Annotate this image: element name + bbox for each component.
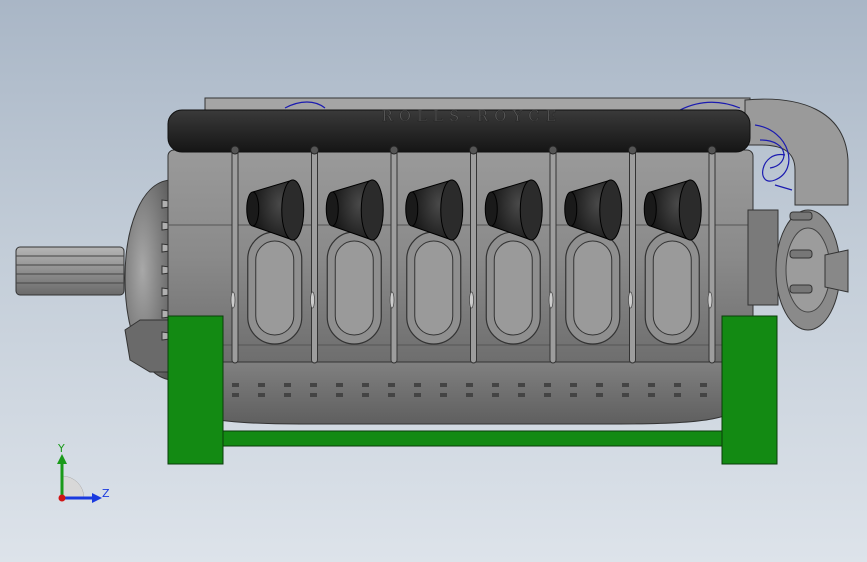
crankcase-bolt — [492, 383, 499, 387]
engine-nameplate: ROLLS-ROYCE — [381, 107, 562, 125]
orientation-triad: Y Z — [57, 442, 110, 503]
cylinder-port-inner — [255, 240, 295, 336]
crankcase-bolt — [362, 383, 369, 387]
cylinder-stud — [311, 147, 318, 364]
cylinder — [325, 179, 384, 345]
crankcase-bolt — [336, 383, 343, 387]
triad-quadrant — [61, 475, 85, 499]
cylinder-stud — [708, 147, 716, 364]
crankcase-bolt — [648, 393, 655, 397]
crankcase-bolt — [622, 393, 629, 397]
cylinder-port-inner — [334, 240, 374, 336]
stud-nut — [548, 145, 558, 155]
exhaust-stack-base — [564, 191, 578, 227]
stud-nut — [707, 145, 717, 155]
y-axis-label: Y — [57, 442, 65, 455]
crankcase-bolt — [414, 393, 421, 397]
exhaust-stack-mouth — [281, 179, 305, 241]
crankcase-bolt — [388, 383, 395, 387]
crankcase-bolt — [440, 393, 447, 397]
crankcase-bolt — [310, 383, 317, 387]
crankcase-bolt — [258, 393, 265, 397]
cylinder-port-inner — [414, 240, 454, 336]
stud-nut — [469, 145, 478, 155]
crankcase-bolt — [284, 383, 291, 387]
cylinder-stud — [629, 147, 636, 364]
cylinder-stud — [549, 147, 557, 364]
crankcase-bolt — [648, 383, 655, 387]
exhaust-stack-mouth — [519, 179, 543, 241]
cylinder-stud — [390, 147, 398, 364]
crankcase-bolt — [674, 383, 681, 387]
crankcase-bolt — [492, 393, 499, 397]
engine-model[interactable]: ROLLS-ROYCE — [15, 97, 849, 465]
crankcase-bolt — [258, 383, 265, 387]
stud-bolt — [389, 291, 395, 309]
crankcase-bolt — [414, 383, 421, 387]
crankcase-bolt — [466, 383, 473, 387]
crankcase-bolt — [622, 383, 629, 387]
cylinder — [643, 179, 702, 345]
crankcase-bolt — [544, 383, 551, 387]
crankcase-bolt — [700, 393, 707, 397]
exhaust-stack-mouth — [440, 179, 464, 241]
exhaust-stack-base — [643, 191, 657, 227]
cylinder-stud — [470, 147, 477, 364]
stud-nut — [389, 145, 399, 155]
crankcase-bolt — [518, 383, 525, 387]
crankcase-bolt — [310, 393, 317, 397]
crankcase-bolt — [674, 393, 681, 397]
crankcase-bolt — [466, 393, 473, 397]
stud-bolt — [707, 291, 713, 309]
crankcase-bolt — [570, 393, 577, 397]
stand-front-leg[interactable] — [167, 315, 224, 465]
stand-crossbar[interactable] — [222, 430, 723, 447]
crankcase-bolt — [596, 383, 603, 387]
crankcase-bolt — [518, 393, 525, 397]
stud-bolt — [310, 291, 315, 309]
z-axis-label: Z — [102, 487, 110, 500]
cylinder-port-inner — [493, 240, 533, 336]
exhaust-stack-mouth — [599, 179, 623, 241]
stud-bolt — [628, 291, 633, 309]
crankcase-bolt — [596, 393, 603, 397]
cad-viewport[interactable]: ROLLS-ROYCE — [0, 0, 867, 562]
stud-bolt — [230, 291, 236, 309]
cylinder-port-inner — [652, 240, 692, 336]
stand-rear-leg[interactable] — [721, 315, 778, 465]
stud-nut — [628, 145, 637, 155]
exhaust-stack-base — [246, 191, 260, 227]
stud-nut — [230, 145, 240, 155]
exhaust-stack-mouth — [360, 179, 384, 241]
cylinder — [484, 179, 543, 345]
crankcase-bolt — [362, 393, 369, 397]
stud-nut — [310, 145, 319, 155]
crankcase-bolt — [544, 393, 551, 397]
crankcase-bolt — [284, 393, 291, 397]
supercharger[interactable] — [744, 98, 849, 331]
cylinder-port-inner — [573, 240, 613, 336]
exhaust-stack-base — [484, 191, 498, 227]
crankcase-bolt — [700, 383, 707, 387]
exhaust-stack-mouth — [678, 179, 702, 241]
crankcase-bolt — [232, 383, 239, 387]
exhaust-stack-base — [325, 191, 339, 227]
cylinder-stud — [231, 147, 239, 364]
stud-bolt — [469, 291, 474, 309]
x-axis-point — [58, 494, 66, 502]
crankcase-bolt — [388, 393, 395, 397]
exhaust-stack-base — [405, 191, 419, 227]
cylinder — [405, 179, 464, 345]
crankcase-bolt — [440, 383, 447, 387]
cylinder — [564, 179, 623, 345]
crankcase-bolt — [336, 393, 343, 397]
cylinder — [246, 179, 305, 345]
crankcase-bolt — [232, 393, 239, 397]
crankcase-bolt — [570, 383, 577, 387]
stud-bolt — [548, 291, 554, 309]
propeller-shaft[interactable] — [15, 246, 125, 296]
